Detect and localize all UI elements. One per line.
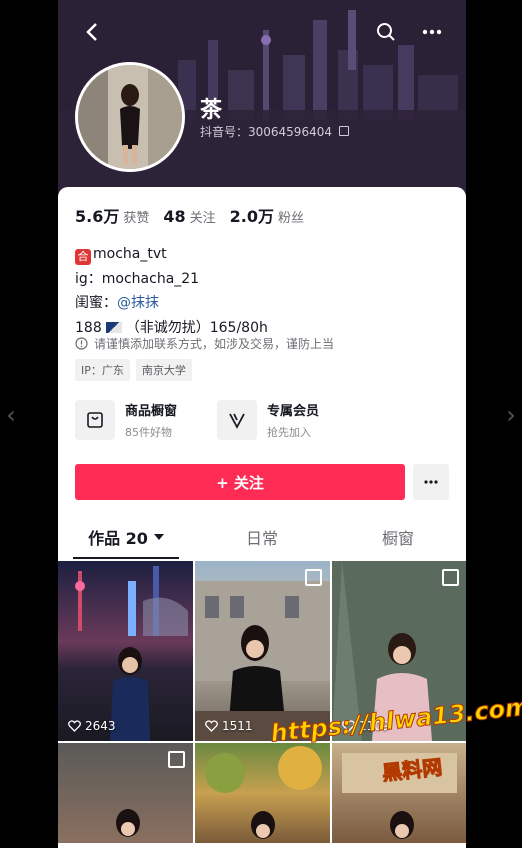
avatar-photo — [78, 65, 182, 169]
like-count: 1511 — [205, 719, 253, 733]
follow-more-button[interactable] — [413, 464, 449, 500]
stat-likes-number: 5.6万 — [75, 207, 120, 226]
stats-row: 5.6万 获赞 48 关注 2.0万 粉丝 — [75, 203, 304, 227]
video-grid: 2643 1511 1109 — [58, 561, 466, 843]
bio-line-1: 合 mocha_tvt — [75, 242, 268, 267]
search-button[interactable] — [370, 16, 402, 48]
stat-following[interactable]: 48 关注 — [163, 207, 215, 226]
tags: IP：广东 南京大学 — [75, 359, 192, 381]
bio-line-3-prefix: 闺蜜： — [75, 295, 117, 311]
video-thumbnail-image — [75, 566, 188, 741]
heart-icon — [68, 720, 81, 732]
next-arrow-icon[interactable]: › — [502, 400, 520, 430]
like-count: 2643 — [68, 719, 116, 733]
profile-name: 茶 — [200, 98, 223, 123]
bio-line-3: 闺蜜：@抹抹 — [75, 291, 268, 316]
tab-works[interactable]: 作品 20 — [58, 514, 194, 560]
tag-school[interactable]: 南京大学 — [135, 359, 192, 381]
shop-window-sub: 85件好物 — [125, 426, 172, 439]
follow-button[interactable]: + 关注 — [75, 464, 405, 500]
membership-sub: 抢先加入 — [267, 426, 311, 439]
profile-header: 茶 抖音号：30064596404 — [58, 0, 466, 200]
video-thumbnail-image — [195, 581, 330, 741]
more-dots-icon — [424, 480, 438, 484]
stat-likes[interactable]: 5.6万 获赞 — [75, 203, 149, 227]
bio-mention-link[interactable]: @抹抹 — [117, 295, 159, 311]
vip-v-icon — [217, 400, 257, 440]
tab-works-label: 作品 20 — [88, 529, 148, 548]
bio-line-4-b: （非诚勿扰）165/80h — [125, 319, 268, 336]
multi-image-icon — [442, 569, 459, 586]
back-button[interactable] — [76, 16, 108, 48]
app-badge-icon: 合 — [75, 249, 91, 265]
prev-arrow-icon[interactable]: ‹ — [2, 400, 20, 430]
contact-warning-text: 请谨慎添加联系方式，如涉及交易，谨防上当 — [94, 337, 335, 351]
heart-icon — [205, 720, 218, 732]
info-circle-icon — [75, 337, 88, 350]
membership-title: 专属会员 — [267, 404, 320, 419]
video-thumbnail[interactable] — [195, 743, 330, 843]
video-thumbnail[interactable]: 2643 — [58, 561, 193, 741]
video-thumbnail[interactable]: 1511 — [195, 561, 330, 741]
video-thumbnail[interactable] — [58, 743, 193, 843]
membership-entry[interactable]: 专属会员 抢先加入 — [217, 400, 319, 440]
account-id[interactable]: 抖音号：30064596404 — [200, 123, 349, 140]
bio-line-4-a: 188 — [75, 319, 102, 336]
stat-followers-number: 2.0万 — [229, 207, 275, 226]
more-button[interactable] — [416, 16, 448, 48]
bio-line-1-text: mocha_tvt — [93, 246, 167, 262]
bio: 合 mocha_tvt ig：mochacha_21 闺蜜：@抹抹 188 （非诚勿… — [75, 242, 268, 340]
tab-daily[interactable]: 日常 — [194, 514, 330, 560]
multi-image-icon — [168, 751, 185, 768]
stat-following-number: 48 — [163, 207, 186, 226]
stat-likes-label: 获赞 — [123, 211, 150, 226]
tab-showcase[interactable]: 橱窗 — [330, 514, 466, 560]
profile-card: 5.6万 获赞 48 关注 2.0万 粉丝 合 mocha_tvt ig：mochach… — [58, 187, 466, 848]
tab-underline — [73, 557, 179, 559]
multi-image-icon — [305, 569, 322, 586]
copy-icon[interactable] — [338, 126, 349, 136]
like-count-text: 2643 — [85, 719, 116, 733]
content-tabs: 作品 20 日常 橱窗 — [58, 514, 466, 560]
shop-window-title: 商品橱窗 — [125, 404, 178, 419]
shop-bag-icon — [75, 400, 115, 440]
search-icon — [377, 23, 395, 41]
back-arrow-icon — [86, 23, 97, 41]
stat-following-label: 关注 — [189, 211, 216, 226]
stat-followers-label: 粉丝 — [278, 211, 305, 226]
account-id-text: 抖音号：30064596404 — [200, 125, 332, 139]
caret-down-icon — [153, 534, 164, 540]
contact-warning: 请谨慎添加联系方式，如涉及交易，谨防上当 — [75, 335, 334, 352]
stat-followers[interactable]: 2.0万 粉丝 — [230, 203, 304, 227]
avatar[interactable] — [75, 62, 185, 172]
more-dots-icon — [422, 29, 442, 35]
flag-emoji-icon — [105, 321, 122, 333]
tag-ip: IP：广东 — [75, 359, 130, 381]
shop-window-entry[interactable]: 商品橱窗 85件好物 — [75, 400, 177, 440]
bio-line-2: ig：mochacha_21 — [75, 270, 200, 287]
video-thumbnail-image — [205, 746, 322, 839]
like-count-text: 1511 — [222, 719, 253, 733]
